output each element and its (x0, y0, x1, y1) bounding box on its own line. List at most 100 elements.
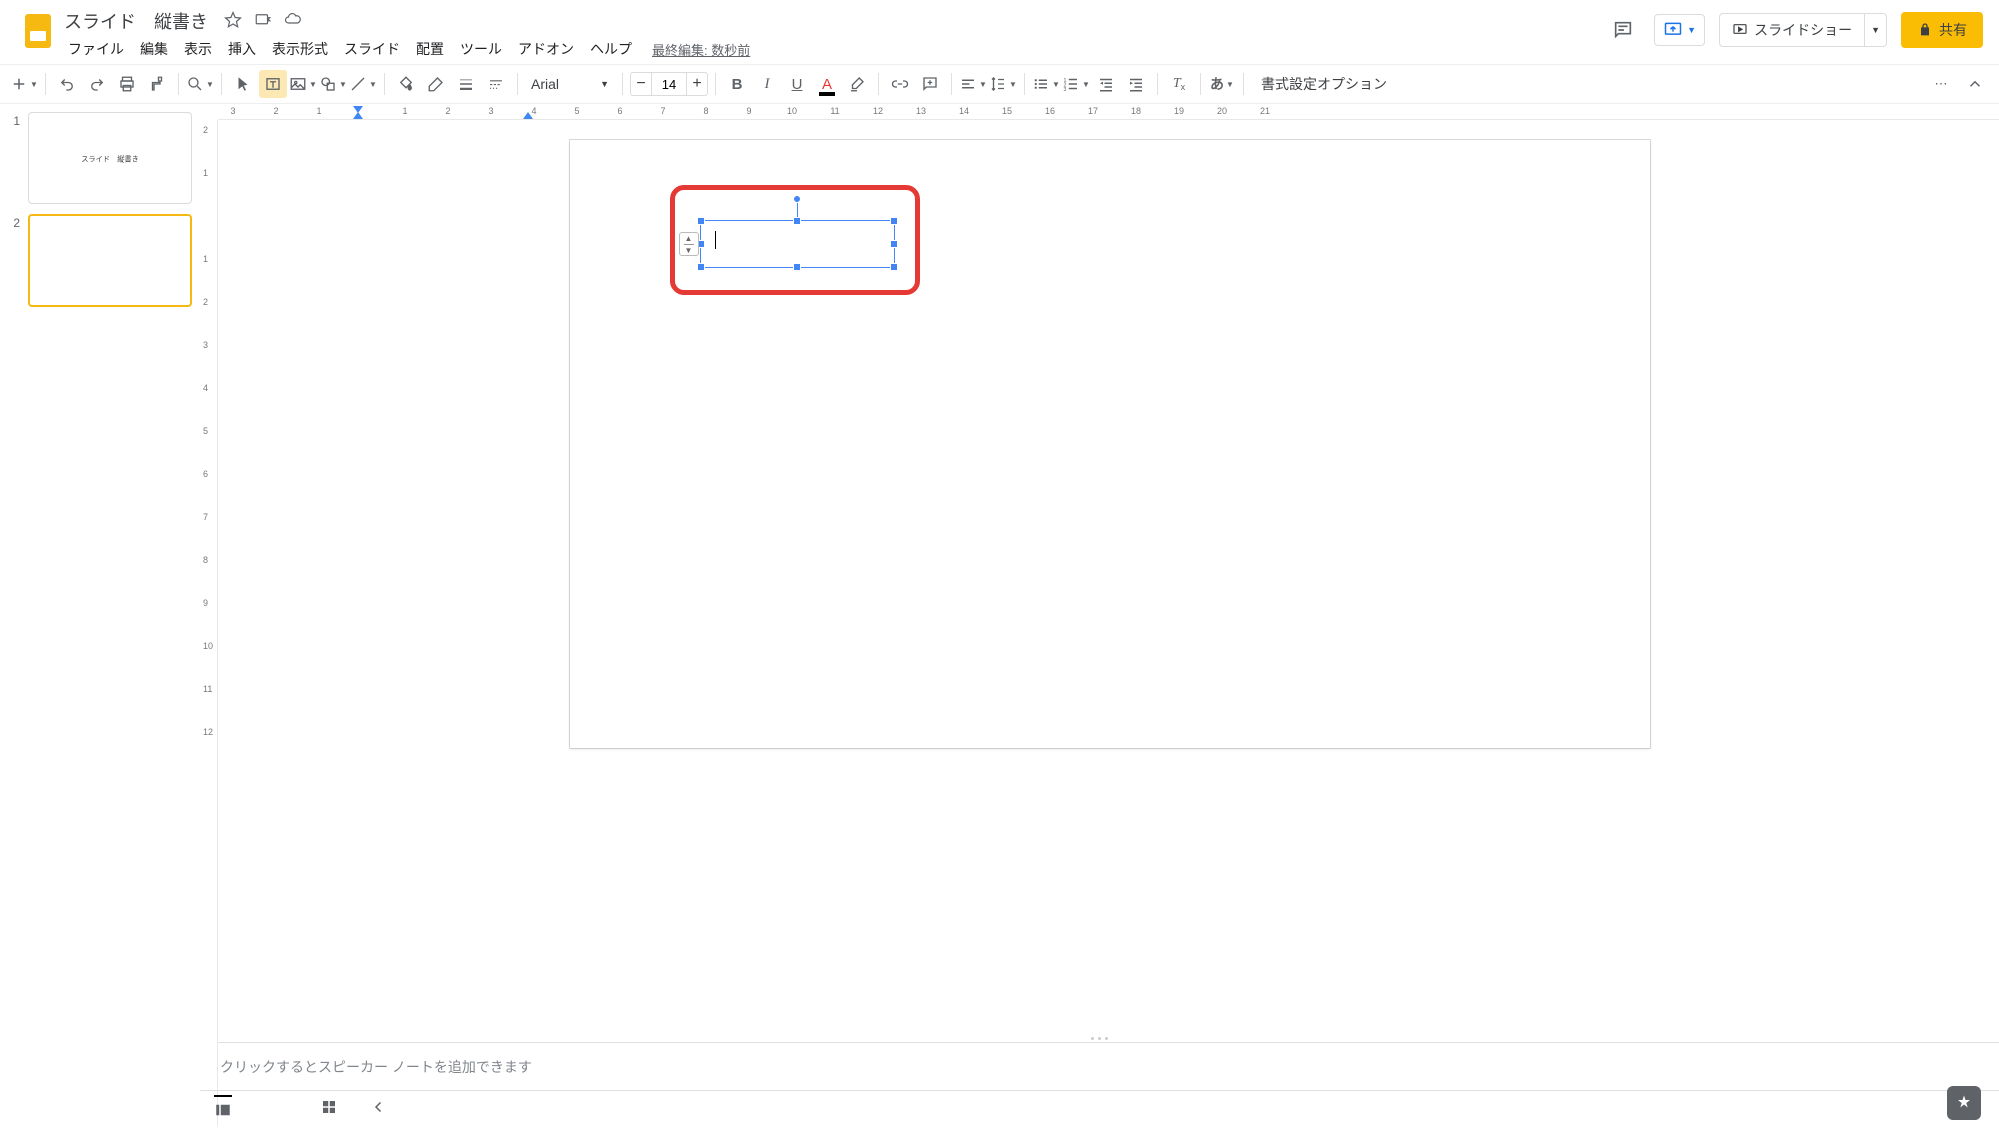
font-size-increase[interactable]: + (686, 72, 708, 96)
redo-button[interactable] (83, 70, 111, 98)
slideshow-button-group: スライドショー ▼ (1719, 13, 1887, 47)
italic-button[interactable]: I (753, 70, 781, 98)
undo-button[interactable] (53, 70, 81, 98)
collapse-filmstrip-icon[interactable] (370, 1098, 388, 1119)
bullet-list-button[interactable]: ▼ (1032, 70, 1060, 98)
font-size-input[interactable] (652, 72, 686, 96)
speaker-notes[interactable]: クリックするとスピーカー ノートを追加できます (200, 1042, 1999, 1090)
menubar: ファイル 編集 表示 挿入 表示形式 スライド 配置 ツール アドオン ヘルプ … (60, 34, 1606, 64)
line-button[interactable]: ▼ (349, 70, 377, 98)
menu-insert[interactable]: 挿入 (220, 35, 264, 63)
align-button[interactable]: ▼ (959, 70, 987, 98)
separator (517, 73, 518, 95)
separator (178, 73, 179, 95)
print-button[interactable] (113, 70, 141, 98)
filmstrip-view-icon[interactable] (214, 1095, 232, 1122)
comment-add-button[interactable] (916, 70, 944, 98)
slides-logo-icon[interactable] (25, 14, 51, 48)
menu-edit[interactable]: 編集 (132, 35, 176, 63)
font-family-label: Arial (531, 76, 559, 92)
cloud-status-icon[interactable] (284, 11, 302, 32)
indent-decrease-button[interactable] (1092, 70, 1120, 98)
separator (951, 73, 952, 95)
shape-button[interactable]: ▼ (319, 70, 347, 98)
text-cursor (715, 231, 717, 249)
explore-button[interactable] (1947, 1086, 1981, 1120)
new-slide-button[interactable]: ▼ (10, 70, 38, 98)
doc-title[interactable]: スライド 縦書き (60, 6, 212, 36)
border-weight-button[interactable] (452, 70, 480, 98)
slideshow-button[interactable]: スライドショー (1720, 14, 1864, 46)
resize-handle-br[interactable] (890, 263, 898, 271)
paint-format-button[interactable] (143, 70, 171, 98)
menu-tools[interactable]: ツール (452, 35, 510, 63)
highlight-button[interactable] (843, 70, 871, 98)
underline-button[interactable]: U (783, 70, 811, 98)
zoom-button[interactable]: ▼ (186, 70, 214, 98)
resize-handle-tl[interactable] (697, 217, 705, 225)
resize-handle-bm[interactable] (793, 263, 801, 271)
thumb-num-2: 2 (8, 214, 20, 306)
link-button[interactable] (886, 70, 914, 98)
resize-handle-tm[interactable] (793, 217, 801, 225)
border-dash-button[interactable] (482, 70, 510, 98)
bold-button[interactable]: B (723, 70, 751, 98)
menu-file[interactable]: ファイル (60, 35, 132, 63)
collapse-toolbar-button[interactable] (1961, 70, 1989, 98)
rotate-handle[interactable] (793, 195, 801, 203)
select-tool-button[interactable] (229, 70, 257, 98)
resize-handle-mr[interactable] (890, 240, 898, 248)
input-method-button[interactable]: あ▼ (1208, 70, 1236, 98)
clear-format-button[interactable]: Tx (1165, 70, 1193, 98)
canvas-container[interactable]: ▲▼ (200, 120, 1999, 1034)
last-edit-link[interactable]: 最終編集: 数秒前 (652, 40, 750, 59)
image-button[interactable]: ▼ (289, 70, 317, 98)
horizontal-ruler[interactable]: 321123456789101112131415161718192021 (218, 104, 1999, 120)
app-header: スライド 縦書き ファイル 編集 表示 挿入 表示形式 スライド 配置 ツール (0, 0, 1999, 64)
border-color-button[interactable] (422, 70, 450, 98)
notes-resize-handle[interactable] (200, 1034, 1999, 1042)
menu-view[interactable]: 表示 (176, 35, 220, 63)
thumb-row-2: 2 (8, 214, 192, 306)
format-options-button[interactable]: 書式設定オプション (1251, 74, 1397, 94)
title-column: スライド 縦書き ファイル 編集 表示 挿入 表示形式 スライド 配置 ツール (60, 8, 1606, 64)
ja-indicator: あ (1210, 74, 1224, 94)
more-button[interactable]: ⋯ (1927, 70, 1955, 98)
resize-handle-bl[interactable] (697, 263, 705, 271)
fill-color-button[interactable] (392, 70, 420, 98)
slide-canvas[interactable]: ▲▼ (570, 140, 1650, 748)
menu-format[interactable]: 表示形式 (264, 35, 336, 63)
thumb-slide-2[interactable] (28, 214, 192, 306)
textbox-button[interactable] (259, 70, 287, 98)
title-icons (224, 11, 302, 32)
indent-increase-button[interactable] (1122, 70, 1150, 98)
grid-view-icon[interactable] (320, 1098, 338, 1119)
numbered-list-button[interactable]: 123▼ (1062, 70, 1090, 98)
share-button[interactable]: 共有 (1901, 12, 1983, 48)
comments-icon[interactable] (1606, 13, 1640, 47)
font-size-decrease[interactable]: − (630, 72, 652, 96)
slideshow-dropdown[interactable]: ▼ (1864, 14, 1886, 46)
toolbar: ▼ ▼ ▼ ▼ ▼ Arial▼ − + B I U A ▼ ▼ ▼ 123▼ … (0, 64, 1999, 104)
move-icon[interactable] (254, 11, 272, 32)
header-right: ▼ スライドショー ▼ 共有 (1606, 8, 1983, 48)
separator (1157, 73, 1158, 95)
thumb-slide-1[interactable]: スライド 縦書き (28, 112, 192, 204)
line-spacing-button[interactable]: ▼ (989, 70, 1017, 98)
separator (1243, 73, 1244, 95)
font-family-select[interactable]: Arial▼ (525, 71, 615, 97)
present-upload-button[interactable]: ▼ (1654, 14, 1705, 46)
text-color-button[interactable]: A (813, 70, 841, 98)
menu-help[interactable]: ヘルプ (582, 35, 640, 63)
menu-addons[interactable]: アドオン (510, 35, 582, 63)
resize-handle-tr[interactable] (890, 217, 898, 225)
separator (1024, 73, 1025, 95)
selected-textbox[interactable]: ▲▼ (700, 220, 895, 268)
star-icon[interactable] (224, 11, 242, 32)
menu-arrange[interactable]: 配置 (408, 35, 452, 63)
autofit-tab[interactable]: ▲▼ (679, 232, 699, 256)
share-label: 共有 (1939, 20, 1967, 40)
filmstrip[interactable]: 1 スライド 縦書き 2 (0, 104, 200, 1126)
menu-slide[interactable]: スライド (336, 35, 408, 63)
title-row: スライド 縦書き (60, 8, 1606, 34)
